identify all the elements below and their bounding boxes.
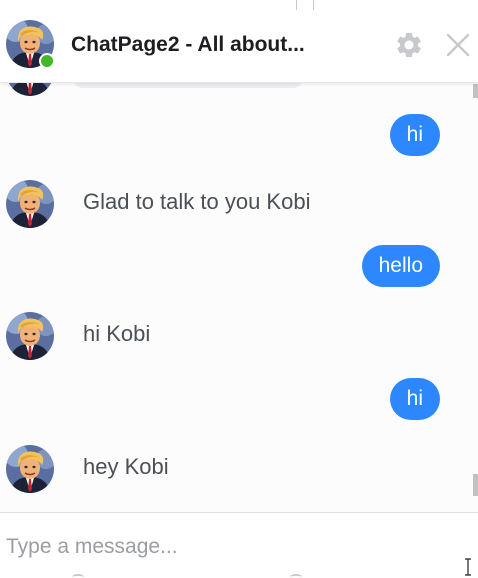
incoming-message-text[interactable]: hi Kobi — [83, 321, 150, 347]
outgoing-message-bubble[interactable]: hi — [389, 114, 440, 156]
avatar[interactable] — [6, 445, 54, 493]
avatar[interactable] — [6, 312, 54, 360]
message-row: hi — [0, 378, 478, 420]
chat-header: ChatPage2 - All about... — [0, 0, 478, 83]
divider — [313, 0, 314, 10]
header-avatar[interactable] — [6, 20, 55, 69]
divider — [296, 0, 297, 10]
chat-title[interactable]: ChatPage2 - All about... — [71, 33, 371, 57]
text-cursor-icon — [465, 558, 471, 576]
outgoing-message-bubble[interactable]: hi — [389, 378, 440, 420]
chat-window: ChatPage2 - All about... hi Glad to talk… — [0, 0, 478, 578]
close-icon[interactable] — [444, 31, 472, 59]
message-row: Glad to talk to you Kobi — [0, 180, 478, 228]
divider — [290, 574, 302, 578]
incoming-message-text[interactable]: Glad to talk to you Kobi — [83, 189, 310, 215]
incoming-message-text[interactable]: hey Kobi — [83, 454, 169, 480]
online-status-indicator — [39, 53, 55, 69]
message-row: hello — [0, 245, 478, 287]
message-row: hi Kobi — [0, 312, 478, 360]
message-row: hey Kobi — [0, 445, 478, 493]
outgoing-message-bubble[interactable]: hello — [361, 245, 440, 287]
message-composer — [0, 512, 478, 578]
divider — [72, 574, 84, 578]
message-row: hi — [0, 114, 478, 156]
gear-icon[interactable] — [394, 30, 424, 60]
message-input[interactable] — [6, 531, 446, 563]
scrollbar-thumb[interactable] — [473, 474, 478, 496]
scrollbar-thumb[interactable] — [473, 84, 478, 98]
avatar[interactable] — [6, 180, 54, 228]
